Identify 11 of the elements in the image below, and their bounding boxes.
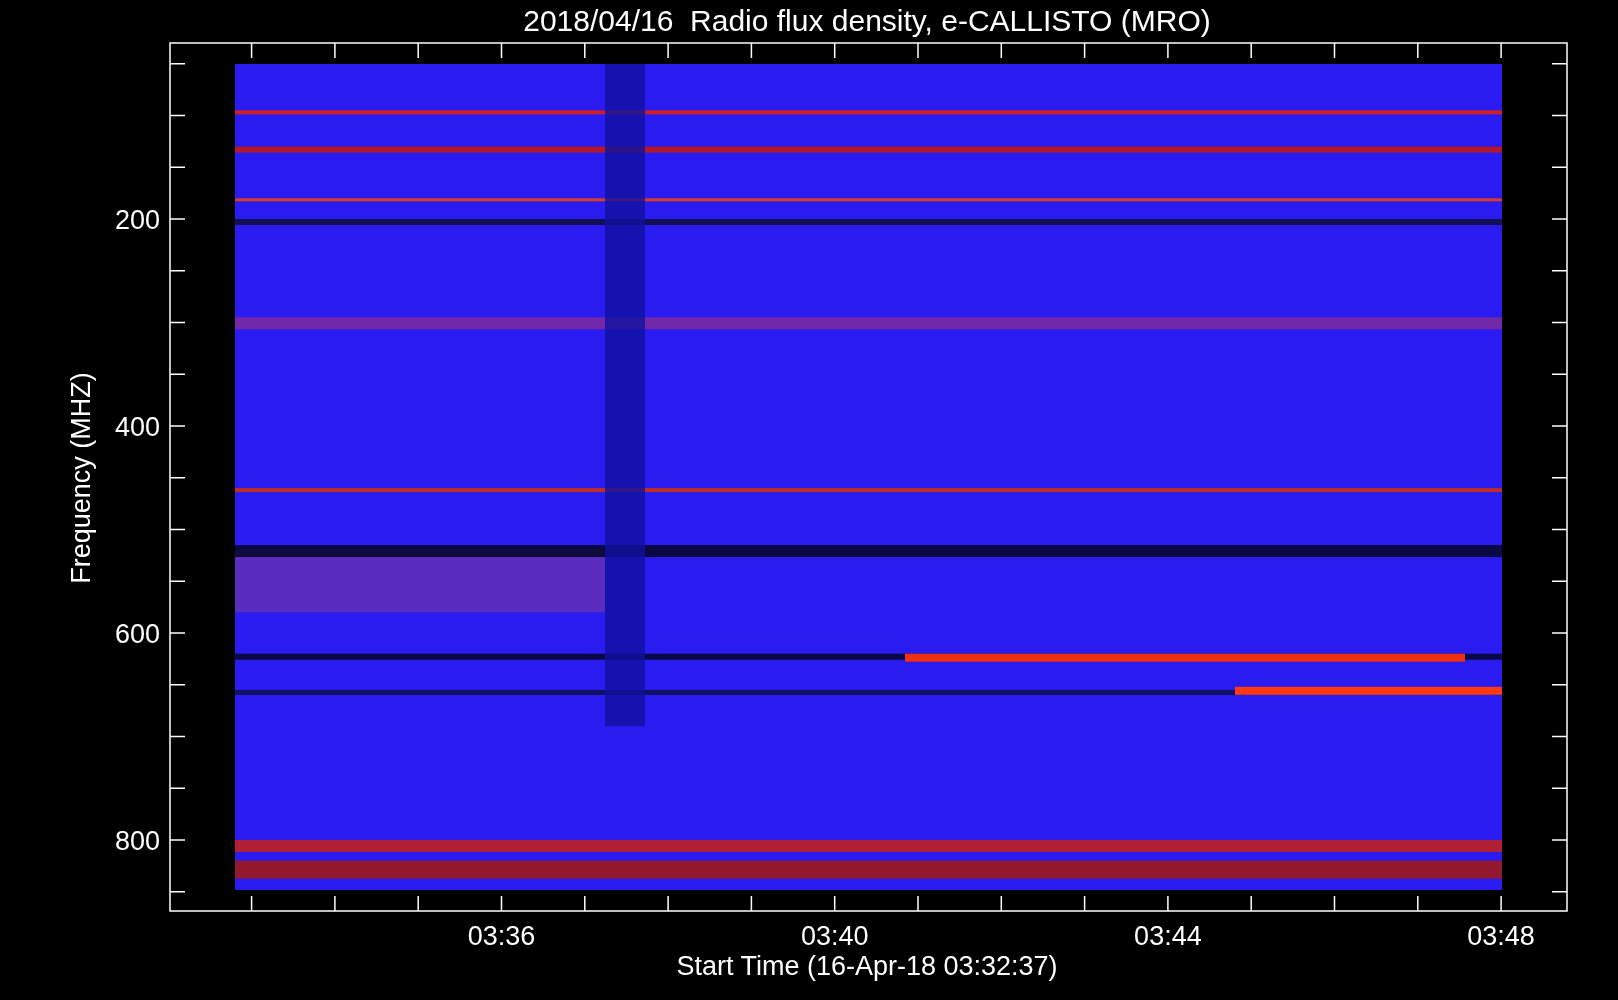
axis-label: Frequency (MHZ) [66, 372, 96, 584]
axis-tick-label: 400 [114, 412, 160, 442]
axis-tick-label: 200 [114, 205, 160, 235]
axis-tick-label: 03:40 [800, 921, 869, 951]
axis-tick-label: 03:36 [467, 921, 536, 951]
axis-tick-label: 800 [114, 826, 160, 856]
axis-tick-label: 03:48 [1467, 921, 1535, 951]
axis-tick-label: 600 [114, 619, 160, 649]
axis-label: Start Time (16-Apr-18 03:32:37) [676, 951, 1058, 981]
axis-tick-label: 03:44 [1134, 921, 1202, 951]
chart-title: 2018/04/16 Radio flux density, e-CALLISTO (MRO) [523, 4, 1211, 37]
